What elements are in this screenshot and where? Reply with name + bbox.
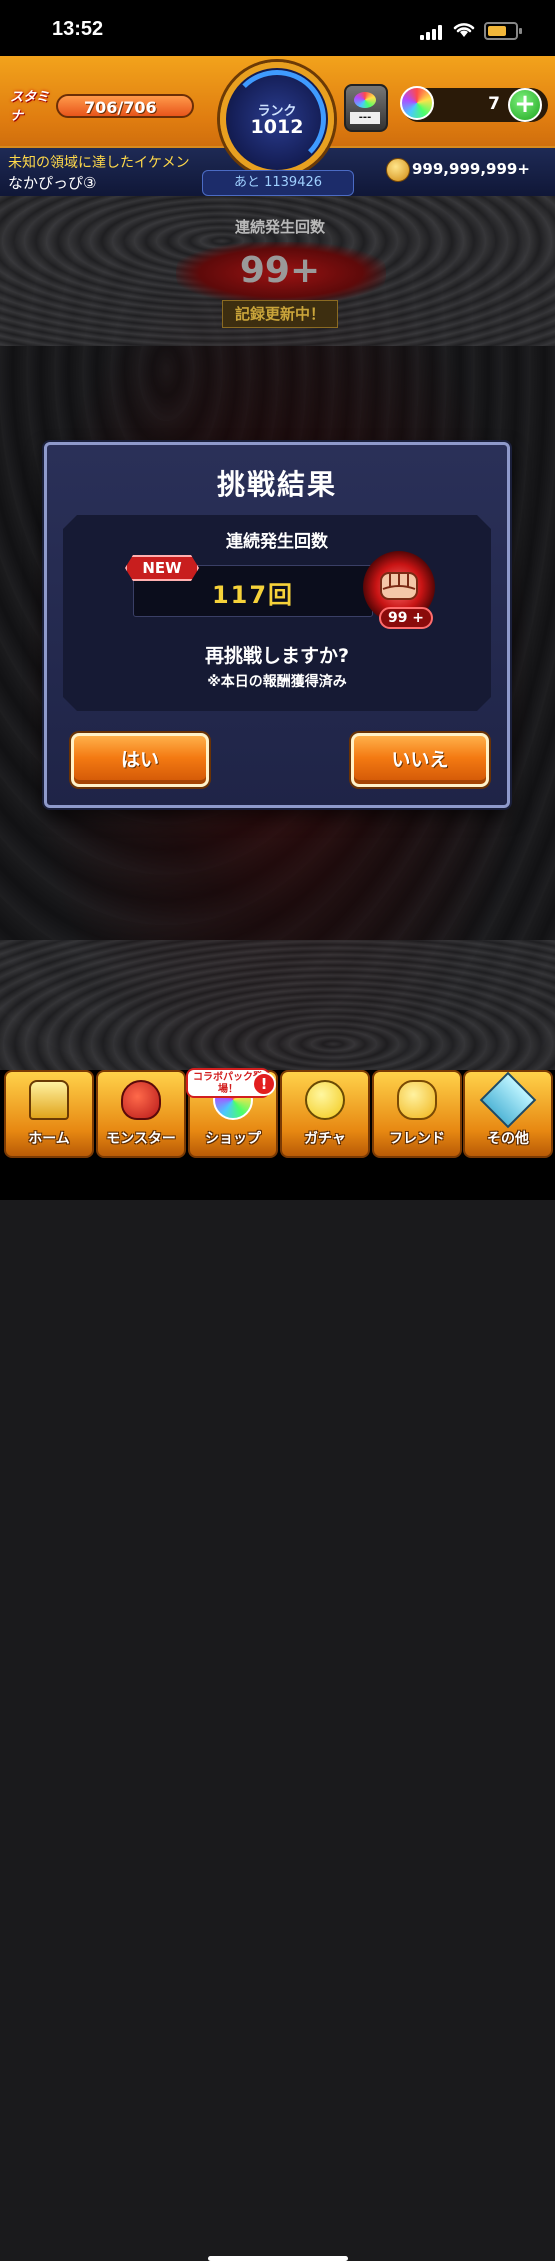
nav-item-home[interactable]: ホーム (4, 1070, 94, 1158)
nav-item-friend[interactable]: フレンド (372, 1070, 462, 1158)
nav-label: フレンド (389, 1131, 445, 1147)
wifi-icon (453, 23, 475, 37)
monster-icon (121, 1080, 161, 1120)
fist-count-badge: 99 + (379, 607, 433, 629)
friend-icon (397, 1080, 437, 1120)
nav-item-monster[interactable]: モンスター (96, 1070, 186, 1158)
no-button[interactable]: いいえ (351, 733, 489, 787)
alert-badge: ! (252, 1072, 276, 1096)
buy-orb-button[interactable]: + (508, 88, 542, 122)
record-update-badge: 記録更新中！ (222, 300, 338, 328)
gacha-icon (305, 1080, 345, 1120)
home-icon (29, 1080, 69, 1120)
nav-item-gacha[interactable]: ガチャ (280, 1070, 370, 1158)
challenge-result-dialog: 挑戦結果 連続発生回数 117回 NEW 99 + 再挑戦しますか? ※本日の報… (44, 442, 510, 808)
retry-note: ※本日の報酬獲得済み (207, 674, 347, 690)
stamina-value: 706/706 (84, 98, 157, 117)
rank-next-exp: あと 1139426 (202, 170, 354, 196)
nav-label: モンスター (106, 1131, 176, 1147)
nav-item-other[interactable]: その他 (463, 1070, 553, 1158)
stamina-label: スタミナ (10, 90, 50, 124)
nav-label: ショップ (205, 1131, 261, 1147)
nav-label: ガチャ (304, 1131, 346, 1147)
orb-icon (400, 86, 434, 120)
home-indicator (208, 2256, 348, 2261)
hatch-text: --- (350, 112, 380, 124)
fist-icon (380, 572, 418, 600)
orb-count: 7 (488, 94, 500, 114)
battery-icon (484, 22, 522, 40)
result-panel: 連続発生回数 117回 NEW 99 + 再挑戦しますか? ※本日の報酬獲得済み (63, 515, 491, 711)
nav-label: ホーム (28, 1131, 70, 1147)
status-bar: 13:52 (0, 0, 555, 56)
hatch-machine-icon[interactable]: --- (344, 84, 388, 132)
coin-value: 999,999,999+ (412, 160, 530, 178)
retry-question: 再挑戦しますか? (204, 645, 350, 667)
streak-display: 連続発生回数 99+ 記録更新中！ (170, 210, 390, 330)
streak-label: 連続発生回数 (234, 218, 325, 236)
coin-icon (386, 158, 410, 182)
nav-label: その他 (487, 1131, 529, 1147)
cellular-signal-icon (420, 24, 446, 40)
player-title: 未知の領域に達したイケメン (8, 155, 190, 171)
bottom-nav: ホーム モンスター ショップ ガチャ フレンド その他 (0, 1070, 555, 2261)
rank-value: 1012 (250, 116, 304, 138)
player-name: なかぴっぴ③ (8, 174, 97, 192)
status-time: 13:52 (52, 18, 104, 40)
result-label: 連続発生回数 (226, 532, 328, 552)
streak-value: 99+ (239, 250, 321, 291)
dialog-title: 挑戦結果 (216, 468, 337, 501)
new-badge: NEW (125, 555, 199, 581)
yes-button[interactable]: はい (71, 733, 209, 787)
other-icon (479, 1071, 537, 1129)
